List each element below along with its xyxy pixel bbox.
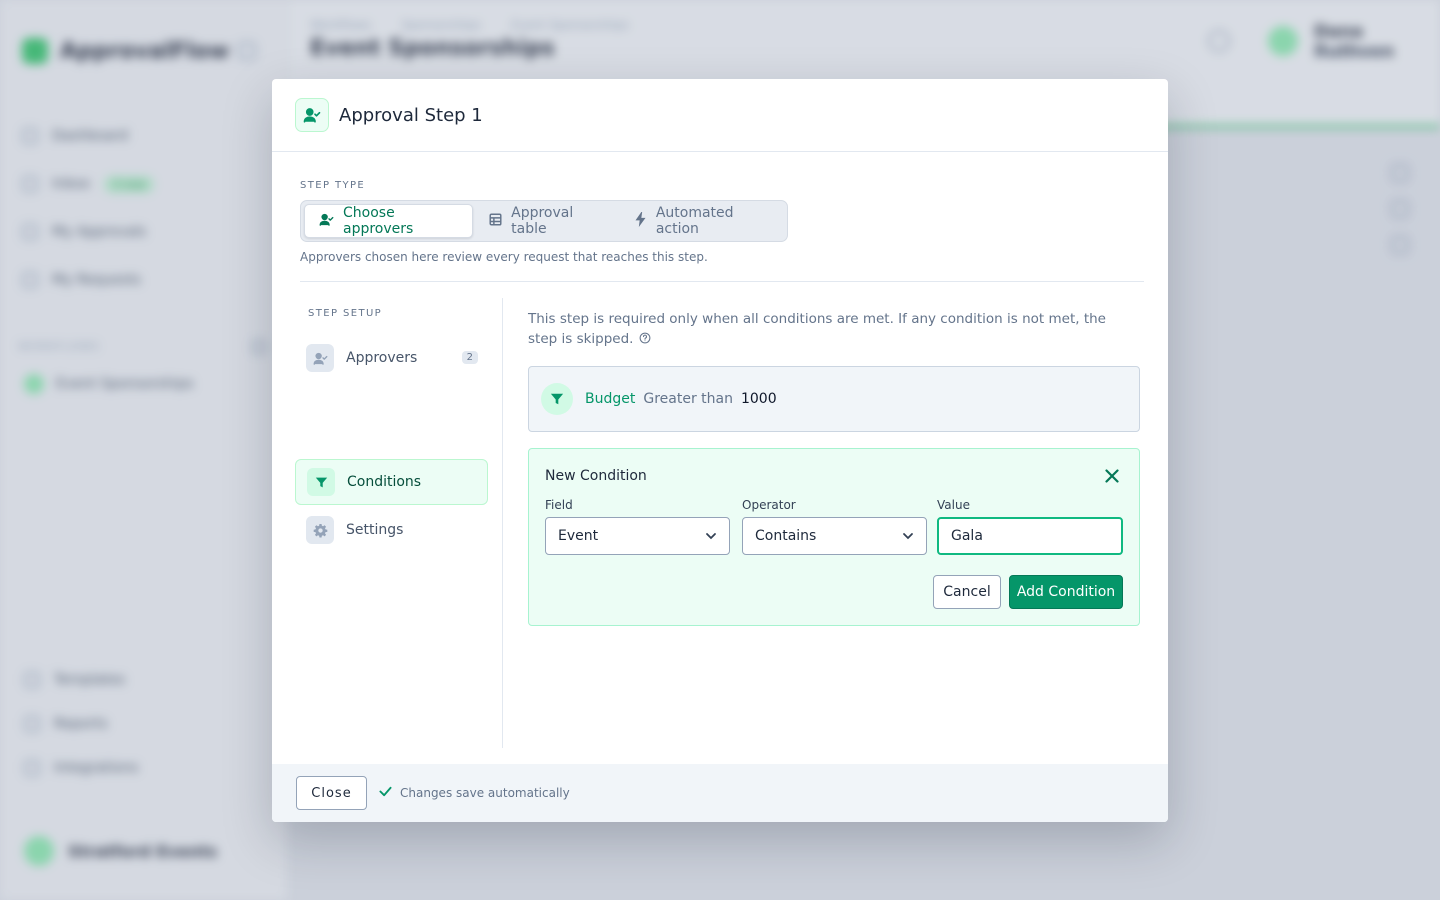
close-button[interactable]: Close <box>296 776 367 810</box>
setup-item-label: Settings <box>346 522 404 538</box>
gear-icon <box>306 516 334 544</box>
chevron-down-icon <box>902 528 914 544</box>
field-label: Field <box>545 498 573 512</box>
filter-icon <box>307 468 335 496</box>
step-type-selector: Choose approvers Approval table Automate… <box>300 200 788 242</box>
approval-step-modal: Approval Step 1 STEP TYPE Choose approve… <box>272 79 1168 822</box>
value-input[interactable] <box>937 517 1123 555</box>
condition-card[interactable]: Budget Greater than 1000 <box>528 366 1140 432</box>
setup-item-conditions[interactable]: Conditions <box>295 459 488 505</box>
help-icon[interactable] <box>639 330 651 350</box>
step-type-approval-table[interactable]: Approval table <box>475 204 618 238</box>
condition-field: Budget <box>585 391 636 407</box>
setup-item-label: Approvers <box>346 350 418 366</box>
cancel-button[interactable]: Cancel <box>933 575 1001 609</box>
user-check-icon <box>295 98 329 132</box>
step-type-caption: STEP TYPE <box>300 180 366 191</box>
add-condition-button[interactable]: Add Condition <box>1009 575 1123 609</box>
check-icon <box>379 786 392 800</box>
step-setup-caption: STEP SETUP <box>308 308 383 319</box>
step-type-label: Automated action <box>655 205 734 237</box>
bolt-icon <box>634 211 647 231</box>
value-label: Value <box>937 498 970 512</box>
user-check-icon <box>306 344 334 372</box>
filter-icon <box>541 383 573 415</box>
value-group: Value <box>937 498 1123 555</box>
modal-footer: Close Changes save automatically <box>272 764 1168 822</box>
operator-group: Operator Contains <box>742 498 927 555</box>
step-setup-nav: STEP SETUP Approvers 2 Conditions Settin… <box>295 298 503 748</box>
modal-title: Approval Step 1 <box>339 104 483 126</box>
condition-operator: Greater than <box>643 391 733 407</box>
setup-item-label: Conditions <box>347 474 422 490</box>
divider <box>300 281 1144 282</box>
conditions-description: This step is required only when all cond… <box>528 309 1128 350</box>
step-type-label: Approval table <box>511 205 574 237</box>
step-type-section: STEP TYPE <box>300 180 365 191</box>
table-icon <box>489 212 502 230</box>
condition-value: 1000 <box>740 391 777 407</box>
user-check-icon <box>319 212 334 231</box>
setup-item-approvers[interactable]: Approvers 2 <box>295 335 488 381</box>
step-type-automated-action[interactable]: Automated action <box>620 204 784 238</box>
field-select[interactable]: Event <box>545 517 730 555</box>
step-type-choose-approvers[interactable]: Choose approvers <box>304 204 474 238</box>
field-select-value: Event <box>558 528 599 544</box>
step-type-hint: Approvers chosen here review every reque… <box>300 250 708 264</box>
new-condition-form: New Condition Field Event Operator Conta… <box>528 448 1140 626</box>
close-icon[interactable] <box>1103 467 1121 485</box>
autosave-status: Changes save automatically <box>379 786 570 800</box>
step-type-label: Choose approvers <box>343 205 414 237</box>
approvers-count-badge: 2 <box>461 351 478 364</box>
field-group: Field Event <box>545 498 730 555</box>
new-condition-title: New Condition <box>545 468 647 484</box>
chevron-down-icon <box>705 528 717 544</box>
operator-select[interactable]: Contains <box>742 517 927 555</box>
modal-header: Approval Step 1 <box>272 79 1168 152</box>
operator-label: Operator <box>742 498 796 512</box>
autosave-text: Changes save automatically <box>400 786 570 800</box>
setup-item-settings[interactable]: Settings <box>295 507 488 553</box>
operator-select-value: Contains <box>755 528 817 544</box>
